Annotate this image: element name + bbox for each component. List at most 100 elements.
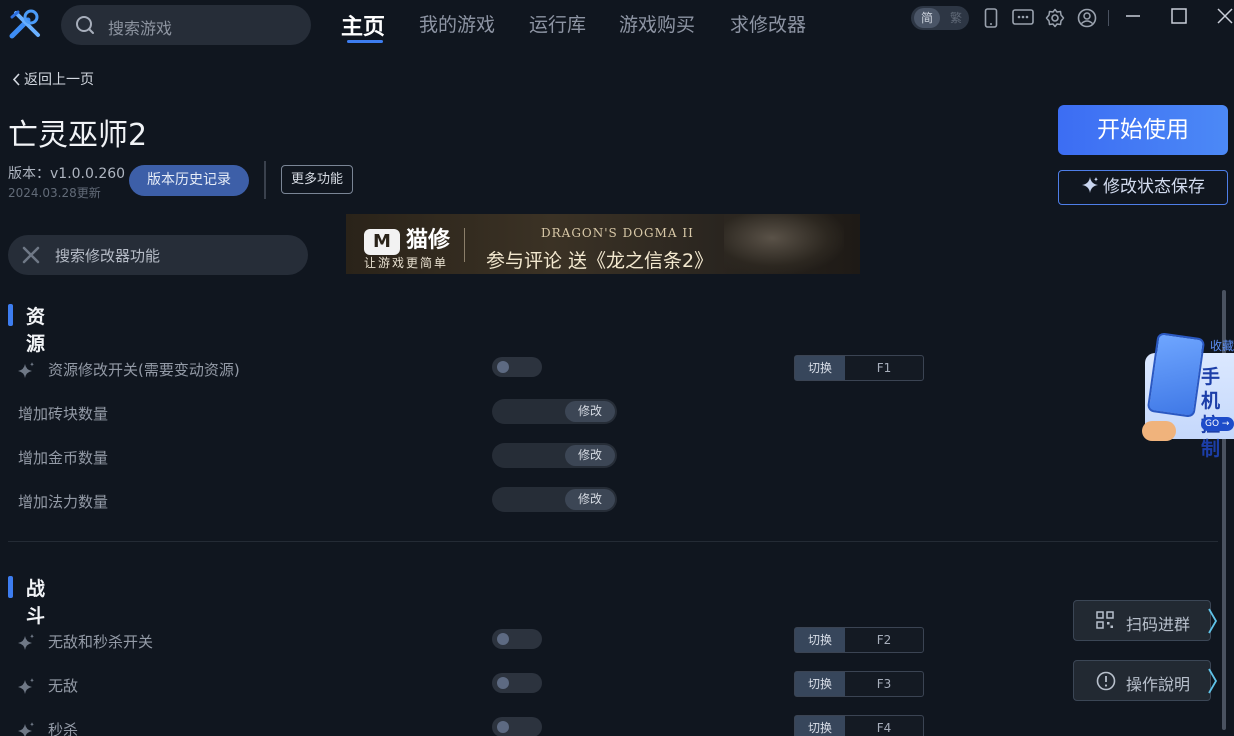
chevron-left-icon [12, 73, 20, 86]
sparkle-icon [18, 722, 34, 736]
hotkey-box[interactable]: 切换 F4 [794, 715, 924, 736]
search-input[interactable]: 搜索游戏 [61, 5, 311, 45]
promo-collect[interactable]: 收藏 [1210, 337, 1234, 354]
hotkey-action[interactable]: 切换 [795, 672, 845, 696]
hotkey-key[interactable]: F3 [845, 672, 923, 696]
feature-label: 增加法力数量 [18, 493, 109, 511]
app-logo-icon[interactable] [8, 8, 42, 42]
feature-row: 资源修改开关(需要变动资源) 切换 F1 [0, 355, 960, 386]
banner-logo-icon: M [364, 229, 400, 255]
save-state-button[interactable]: 修改状态保存 [1058, 170, 1228, 205]
lang-simplified[interactable]: 简 [914, 8, 940, 28]
search-placeholder: 搜索游戏 [108, 19, 173, 38]
scan-join-group-label: 扫码进群 [1126, 615, 1191, 634]
back-label: 返回上一页 [24, 72, 94, 88]
feature-label: 增加金币数量 [18, 449, 109, 467]
hotkey-key[interactable]: F2 [845, 628, 923, 652]
sparkle-icon [18, 678, 34, 694]
version-history-button[interactable]: 版本历史记录 [129, 165, 249, 196]
feature-row: 增加法力数量 修改 [0, 487, 960, 518]
close-icon[interactable] [1216, 6, 1234, 26]
section-title: 资源 [26, 306, 46, 355]
hotkey-box[interactable]: 切换 F3 [794, 671, 924, 697]
section-accent-bar [8, 304, 13, 326]
nav-game-purchase[interactable]: 游戏购买 [619, 10, 695, 37]
instructions-label: 操作說明 [1126, 675, 1191, 694]
hotkey-action[interactable]: 切换 [795, 628, 845, 652]
modify-slider[interactable]: 修改 [492, 443, 617, 468]
sparkle-icon [18, 362, 34, 378]
nav-home[interactable]: 主页 [341, 9, 385, 41]
feature-search-placeholder: 搜索修改器功能 [55, 247, 161, 265]
feature-toggle[interactable] [492, 673, 542, 693]
maximize-icon[interactable] [1171, 6, 1187, 26]
scan-join-group-button[interactable]: 扫码进群 [1073, 600, 1218, 641]
sparkle-icon [1082, 177, 1098, 193]
feature-toggle[interactable] [492, 717, 542, 736]
hotkey-key[interactable]: F4 [845, 716, 923, 736]
feature-row: 秒杀 切换 F4 [0, 715, 960, 736]
tools-icon [22, 246, 40, 264]
nav-my-games[interactable]: 我的游戏 [419, 10, 495, 37]
instructions-button[interactable]: 操作說明 [1073, 660, 1218, 701]
promo-title: 手机控制 [1201, 366, 1221, 460]
lang-traditional[interactable]: 繁 [945, 8, 967, 28]
banner-brand: M 猫修 [364, 222, 450, 255]
modify-button[interactable]: 修改 [565, 445, 615, 466]
qr-code-icon [1096, 611, 1114, 629]
banner-promo-text: 参与评论 送《龙之信条2》 [486, 250, 714, 272]
message-icon[interactable] [1012, 8, 1034, 28]
feature-search-input[interactable]: 搜索修改器功能 [8, 235, 308, 275]
feature-row: 无敌和秒杀开关 切换 F2 [0, 627, 960, 658]
toolbar-divider [1108, 10, 1109, 26]
start-button[interactable]: 开始使用 [1058, 105, 1228, 155]
sparkle-icon [18, 634, 34, 650]
modify-button[interactable]: 修改 [565, 401, 615, 422]
modify-button[interactable]: 修改 [565, 489, 615, 510]
section-divider [8, 541, 1218, 542]
language-toggle[interactable]: 简 繁 [911, 6, 969, 30]
nav-runtime[interactable]: 运行库 [529, 10, 586, 37]
feature-label: 无敌和秒杀开关 [48, 633, 154, 651]
toggle-knob [497, 721, 509, 733]
nav-request-trainer[interactable]: 求修改器 [730, 10, 806, 37]
feature-toggle[interactable] [492, 629, 542, 649]
promo-banner[interactable]: M 猫修 让游戏更简单 DRAGON'S DOGMA II 参与评论 送《龙之信条… [346, 214, 860, 274]
game-title: 亡灵巫师2 [8, 118, 148, 153]
feature-row: 增加砖块数量 修改 [0, 399, 960, 430]
feature-label: 无敌 [48, 677, 79, 695]
promo-go-button[interactable]: GO → [1201, 417, 1234, 431]
banner-character-art [724, 214, 844, 274]
banner-game-logo: DRAGON'S DOGMA II [541, 226, 694, 240]
user-icon[interactable] [1077, 8, 1097, 28]
info-icon [1096, 671, 1116, 691]
hotkey-action[interactable]: 切换 [795, 716, 845, 736]
back-link[interactable]: 返回上一页 [12, 69, 94, 89]
search-icon [76, 16, 94, 34]
section-title: 战斗 [26, 578, 46, 627]
version-text: 版本：v1.0.0.260 [8, 166, 126, 182]
modify-slider[interactable]: 修改 [492, 487, 617, 512]
save-state-label: 修改状态保存 [1103, 177, 1205, 197]
modify-slider[interactable]: 修改 [492, 399, 617, 424]
phone-icon[interactable] [984, 8, 998, 28]
hotkey-key[interactable]: F1 [845, 356, 923, 380]
more-features-button[interactable]: 更多功能 [281, 165, 353, 194]
feature-toggle[interactable] [492, 357, 542, 377]
settings-icon[interactable] [1045, 8, 1065, 28]
hotkey-box[interactable]: 切换 F2 [794, 627, 924, 653]
feature-row: 增加金币数量 修改 [0, 443, 960, 474]
banner-brand-text: 猫修 [406, 228, 451, 253]
mobile-control-promo[interactable]: 收藏 手机控制 GO → [1140, 332, 1234, 460]
header-divider [264, 161, 266, 199]
toggle-knob [497, 633, 509, 645]
hotkey-box[interactable]: 切换 F1 [794, 355, 924, 381]
feature-row: 无敌 切换 F3 [0, 671, 960, 702]
hotkey-action[interactable]: 切换 [795, 356, 845, 380]
feature-label: 资源修改开关(需要变动资源) [48, 361, 240, 379]
minimize-icon[interactable] [1125, 6, 1141, 26]
chevron-right-icon [1208, 668, 1218, 694]
feature-label: 秒杀 [48, 721, 79, 736]
top-bar: 搜索游戏 主页 我的游戏 运行库 游戏购买 求修改器 简 繁 [0, 0, 1234, 50]
feature-label: 增加砖块数量 [18, 405, 109, 423]
